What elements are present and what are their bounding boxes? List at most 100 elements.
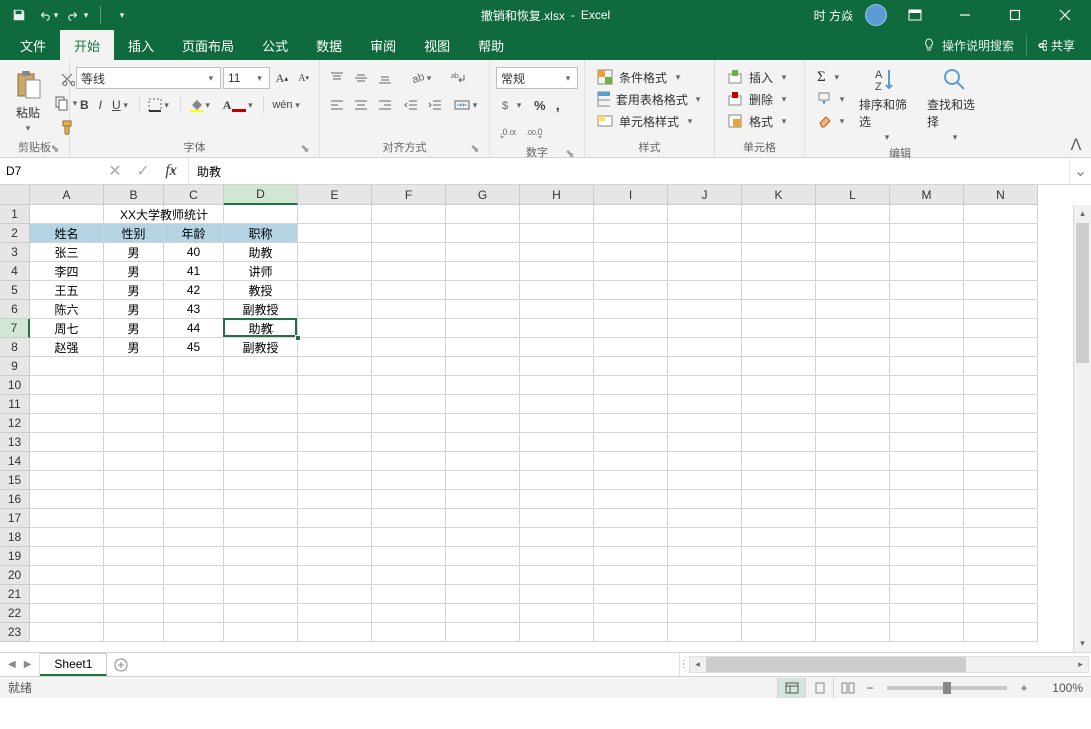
tell-me-search[interactable]: 操作说明搜索: [914, 37, 1022, 54]
cell[interactable]: [104, 509, 164, 528]
cell[interactable]: [30, 357, 104, 376]
cell[interactable]: [890, 585, 964, 604]
cell[interactable]: [446, 547, 520, 566]
cell[interactable]: [668, 547, 742, 566]
redo-icon[interactable]: ▾: [66, 3, 92, 27]
page-layout-view-icon[interactable]: [805, 678, 833, 698]
cell[interactable]: 性别: [104, 224, 164, 243]
cell[interactable]: [816, 528, 890, 547]
cell[interactable]: [742, 376, 816, 395]
cell[interactable]: [298, 205, 372, 224]
cell[interactable]: [372, 281, 446, 300]
cell[interactable]: [30, 623, 104, 642]
horizontal-scrollbar[interactable]: ◂ ▸: [689, 656, 1089, 673]
cell[interactable]: [298, 319, 372, 338]
cell[interactable]: [520, 490, 594, 509]
cell[interactable]: [816, 357, 890, 376]
zoom-in-button[interactable]: +: [1015, 681, 1033, 695]
cell[interactable]: 助教: [224, 319, 298, 338]
cell[interactable]: [890, 395, 964, 414]
cell[interactable]: [742, 243, 816, 262]
cell[interactable]: [224, 585, 298, 604]
row-header[interactable]: 17: [0, 509, 30, 528]
cell[interactable]: [372, 585, 446, 604]
align-center-button[interactable]: [350, 94, 372, 116]
cell[interactable]: [816, 262, 890, 281]
column-header[interactable]: E: [298, 185, 372, 205]
minimize-icon[interactable]: [943, 0, 987, 30]
cell[interactable]: [372, 243, 446, 262]
cell[interactable]: [890, 376, 964, 395]
cell[interactable]: [668, 357, 742, 376]
cell[interactable]: [594, 604, 668, 623]
cell[interactable]: [164, 414, 224, 433]
cell[interactable]: [890, 566, 964, 585]
cell[interactable]: [964, 376, 1038, 395]
cell[interactable]: [594, 433, 668, 452]
cell[interactable]: [520, 471, 594, 490]
cell[interactable]: [446, 300, 520, 319]
cell[interactable]: [520, 205, 594, 224]
cell[interactable]: [298, 224, 372, 243]
cell[interactable]: [298, 623, 372, 642]
tab-formulas[interactable]: 公式: [248, 30, 302, 60]
cell[interactable]: [104, 452, 164, 471]
row-header[interactable]: 21: [0, 585, 30, 604]
cell[interactable]: [594, 585, 668, 604]
row-header[interactable]: 2: [0, 224, 30, 243]
cell[interactable]: [224, 205, 298, 224]
column-header[interactable]: F: [372, 185, 446, 205]
cell[interactable]: [520, 376, 594, 395]
cell[interactable]: [30, 585, 104, 604]
bold-button[interactable]: B: [76, 94, 93, 116]
cell[interactable]: 教授: [224, 281, 298, 300]
cell[interactable]: [446, 338, 520, 357]
row-header[interactable]: 4: [0, 262, 30, 281]
cell[interactable]: [964, 528, 1038, 547]
cell[interactable]: [164, 471, 224, 490]
cell[interactable]: [224, 395, 298, 414]
cell[interactable]: [104, 433, 164, 452]
cell[interactable]: [30, 604, 104, 623]
align-top-button[interactable]: [326, 67, 348, 89]
cell[interactable]: [298, 604, 372, 623]
tab-file[interactable]: 文件: [6, 30, 60, 60]
cell[interactable]: [964, 509, 1038, 528]
cell[interactable]: [520, 414, 594, 433]
cell[interactable]: [964, 623, 1038, 642]
cell[interactable]: 王五: [30, 281, 104, 300]
cell[interactable]: [372, 224, 446, 243]
cell[interactable]: [594, 376, 668, 395]
cell[interactable]: [372, 547, 446, 566]
number-launcher[interactable]: ⬊: [564, 147, 576, 159]
row-header[interactable]: 5: [0, 281, 30, 300]
cell[interactable]: [372, 490, 446, 509]
tab-layout[interactable]: 页面布局: [168, 30, 248, 60]
cell[interactable]: 41: [164, 262, 224, 281]
cell[interactable]: [742, 604, 816, 623]
cell[interactable]: 副教授: [224, 300, 298, 319]
cell[interactable]: [964, 395, 1038, 414]
cell[interactable]: [520, 452, 594, 471]
cell[interactable]: [890, 224, 964, 243]
column-header[interactable]: H: [520, 185, 594, 205]
cell[interactable]: [668, 585, 742, 604]
cell[interactable]: [164, 547, 224, 566]
cell[interactable]: [742, 490, 816, 509]
cell[interactable]: [30, 414, 104, 433]
cell[interactable]: [30, 528, 104, 547]
row-header[interactable]: 20: [0, 566, 30, 585]
cell[interactable]: [816, 471, 890, 490]
expand-formula-bar-icon[interactable]: ⌄: [1069, 158, 1091, 184]
cell[interactable]: [520, 300, 594, 319]
cell[interactable]: [890, 623, 964, 642]
cell[interactable]: [594, 452, 668, 471]
cell[interactable]: [816, 300, 890, 319]
align-left-button[interactable]: [326, 94, 348, 116]
cell[interactable]: [298, 452, 372, 471]
undo-icon[interactable]: ▾: [36, 3, 62, 27]
cell[interactable]: 张三: [30, 243, 104, 262]
scroll-left-icon[interactable]: ◂: [690, 657, 705, 672]
cell[interactable]: [890, 414, 964, 433]
cell[interactable]: [816, 224, 890, 243]
